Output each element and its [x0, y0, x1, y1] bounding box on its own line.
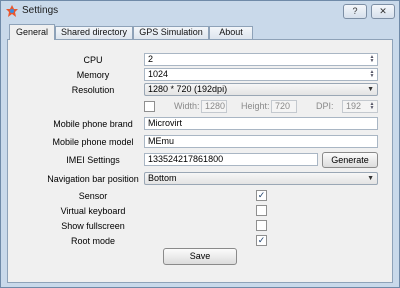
dpi-field[interactable]: 192 ▲ ▼ [342, 100, 378, 113]
dpi-value: 192 [346, 101, 362, 111]
save-button[interactable]: Save [163, 248, 237, 265]
memory-spin-arrows[interactable]: ▲ ▼ [368, 70, 376, 79]
tab-about[interactable]: About [209, 26, 253, 39]
fullscreen-label: Show fullscreen [61, 221, 125, 231]
sensor-label: Sensor [78, 191, 108, 201]
tab-gps-simulation[interactable]: GPS Simulation [133, 26, 209, 39]
navbar-label: Navigation bar position [47, 174, 139, 184]
dpi-spin-arrows[interactable]: ▲ ▼ [368, 102, 376, 111]
imei-label: IMEI Settings [66, 155, 120, 165]
virtual-keyboard-checkbox[interactable] [256, 205, 267, 216]
chevron-down-icon: ▼ [367, 175, 374, 182]
tab-shared-directory[interactable]: Shared directory [55, 26, 133, 39]
help-button[interactable]: ? [343, 4, 367, 19]
app-icon [6, 5, 18, 17]
cpu-spinbox[interactable]: 2 ▲ ▼ [144, 53, 378, 66]
resolution-select[interactable]: 1280 * 720 (192dpi) ▼ [144, 83, 378, 96]
virtual-keyboard-label: Virtual keyboard [60, 206, 126, 216]
close-button[interactable]: ✕ [371, 4, 395, 19]
general-panel: CPU 2 ▲ ▼ Memory 1024 ▲ ▼ Resolution 1280 … [7, 39, 393, 283]
memory-spinbox[interactable]: 1024 ▲ ▼ [144, 68, 378, 81]
resolution-label: Resolution [71, 85, 115, 95]
navbar-select[interactable]: Bottom ▼ [144, 172, 378, 185]
imei-input[interactable]: 133524217861800 [144, 153, 318, 166]
width-label: Width: [174, 101, 200, 111]
memory-value: 1024 [148, 69, 169, 79]
navbar-value: Bottom [148, 173, 177, 183]
window-title: Settings [22, 5, 59, 16]
memory-label: Memory [76, 70, 110, 80]
chevron-down-icon: ▼ [367, 86, 374, 93]
brand-label: Mobile phone brand [53, 119, 133, 129]
generate-button[interactable]: Generate [322, 152, 378, 168]
cpu-spin-arrows[interactable]: ▲ ▼ [368, 55, 376, 64]
brand-input[interactable]: Microvirt [144, 117, 378, 130]
settings-window: Settings ? ✕ General Shared directory GP… [0, 0, 400, 288]
custom-resolution-checkbox[interactable] [144, 101, 155, 112]
fullscreen-checkbox[interactable] [256, 220, 267, 231]
width-field[interactable]: 1280 [201, 100, 227, 113]
dpi-label: DPI: [316, 101, 334, 111]
root-mode-label: Root mode [70, 236, 116, 246]
cpu-label: CPU [83, 55, 103, 65]
cpu-value: 2 [148, 54, 154, 64]
root-mode-checkbox[interactable]: ✓ [256, 235, 267, 246]
model-input[interactable]: MEmu [144, 135, 378, 148]
resolution-value: 1280 * 720 (192dpi) [148, 84, 228, 94]
model-label: Mobile phone model [52, 137, 134, 147]
height-label: Height: [241, 101, 270, 111]
sensor-checkbox[interactable]: ✓ [256, 190, 267, 201]
tab-general[interactable]: General [9, 24, 55, 40]
height-field[interactable]: 720 [271, 100, 297, 113]
title-bar: Settings ? ✕ [1, 1, 399, 21]
